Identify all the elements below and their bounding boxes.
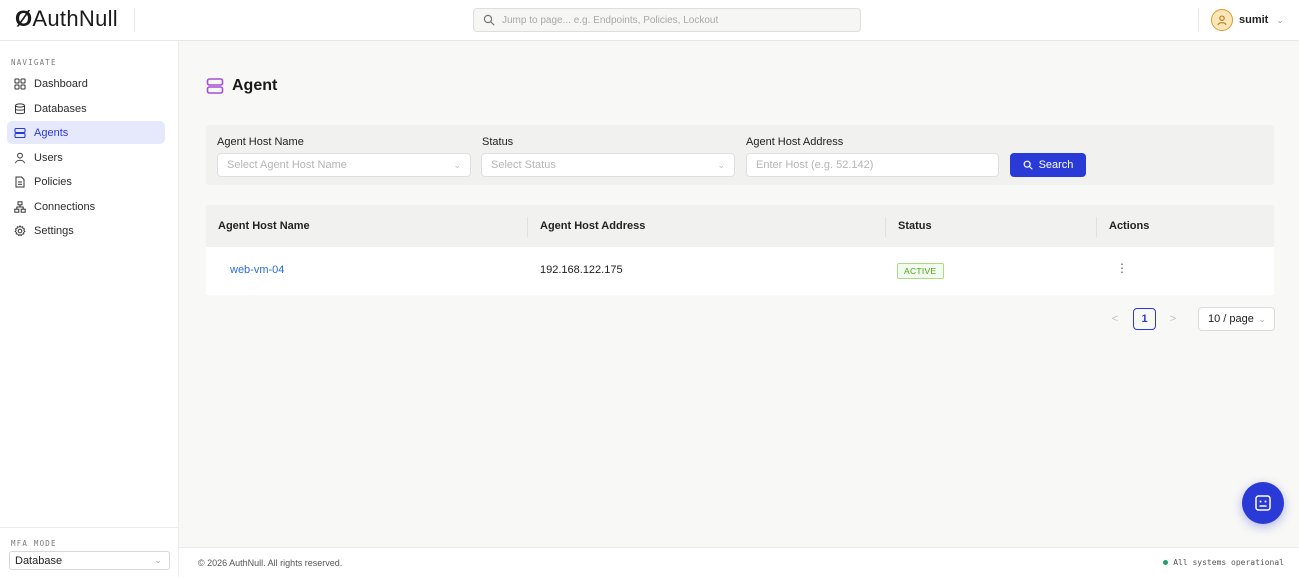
authnull-logo[interactable]: ØAuthNull: [15, 6, 118, 32]
logo-text: AuthNull: [32, 6, 118, 31]
sidebar-item-label: Policies: [34, 175, 72, 188]
host-address-placeholder: Enter Host (e.g. 52.142): [756, 159, 874, 171]
assistant-fab-button[interactable]: [1242, 482, 1284, 524]
prev-page-button[interactable]: <: [1109, 313, 1121, 325]
gear-icon: [14, 224, 26, 236]
chevron-down-icon: ⌄: [1276, 14, 1284, 25]
sidebar-item-label: Dashboard: [34, 77, 88, 90]
header-divider: [1198, 8, 1199, 32]
sidebar-item-label: Databases: [34, 102, 87, 115]
column-header-status[interactable]: Status: [898, 220, 932, 232]
mfa-mode-select[interactable]: Database ⌄: [9, 551, 170, 570]
mfa-mode-section: MFA MODE Database ⌄: [0, 527, 179, 577]
page-size-select[interactable]: 10 / page ⌄: [1198, 307, 1275, 331]
page-title-text: Agent: [232, 77, 278, 94]
robot-face-icon: [1255, 495, 1271, 511]
table-header: Agent Host Name Agent Host Address Statu…: [206, 205, 1274, 247]
chevron-down-icon: ⌄: [717, 160, 725, 170]
global-search-input[interactable]: [502, 12, 852, 28]
status-dot-icon: [1163, 560, 1169, 565]
column-divider: [527, 217, 528, 237]
user-avatar-icon: [1217, 15, 1227, 26]
page-title: Agent: [206, 77, 277, 95]
next-page-button[interactable]: >: [1167, 313, 1179, 325]
sidebar-item-databases[interactable]: Databases: [7, 97, 165, 120]
page-size-value: 10 / page: [1208, 313, 1254, 325]
document-icon: [15, 176, 25, 187]
sidebar-item-label: Connections: [34, 200, 96, 213]
global-search[interactable]: [473, 8, 861, 32]
host-name-placeholder: Select Agent Host Name: [227, 159, 347, 171]
filter-panel: Agent Host Name Select Agent Host Name ⌄…: [206, 125, 1274, 185]
host-address-filter-label: Agent Host Address: [746, 136, 844, 148]
sidebar-item-label: Agents: [34, 126, 69, 139]
agent-host-address: 192.168.122.175: [540, 264, 623, 276]
user-icon: [15, 152, 25, 163]
agents-table: Agent Host Name Agent Host Address Statu…: [206, 205, 1274, 295]
user-menu[interactable]: sumit ⌄: [1211, 9, 1284, 31]
database-icon: [15, 102, 25, 114]
sidebar: NAVIGATE Dashboard Databases Agents User…: [0, 41, 179, 577]
sidebar-item-agents[interactable]: Agents: [7, 121, 165, 144]
sidebar-item-settings[interactable]: Settings: [7, 219, 165, 242]
status-select[interactable]: Select Status ⌄: [481, 153, 735, 177]
server-icon: [206, 78, 224, 94]
avatar: [1211, 9, 1233, 31]
sidebar-item-connections[interactable]: Connections: [7, 195, 165, 218]
header-divider: [134, 8, 135, 32]
column-header-host-name[interactable]: Agent Host Name: [218, 220, 310, 232]
table-row: web-vm-04 192.168.122.175 ACTIVE ⋮: [206, 247, 1274, 295]
footer: © 2026 AuthNull. All rights reserved. Al…: [179, 547, 1299, 577]
status-filter-label: Status: [482, 136, 514, 148]
sidebar-item-policies[interactable]: Policies: [7, 170, 165, 193]
agent-host-name-link[interactable]: web-vm-04: [230, 264, 284, 276]
search-icon: [483, 14, 495, 26]
status-badge: ACTIVE: [897, 263, 944, 279]
search-button-label: Search: [1038, 159, 1074, 171]
sidebar-item-label: Users: [34, 151, 63, 164]
search-icon: [1023, 160, 1033, 170]
mfa-mode-value: Database: [15, 554, 63, 567]
system-status-text: All systems operational: [1173, 558, 1284, 567]
page-number-current[interactable]: 1: [1133, 308, 1156, 330]
column-divider: [1096, 217, 1097, 237]
column-divider: [885, 217, 886, 237]
host-name-filter-label: Agent Host Name: [217, 136, 304, 148]
network-icon: [14, 200, 26, 213]
host-address-input[interactable]: Enter Host (e.g. 52.142): [746, 153, 999, 177]
host-name-select[interactable]: Select Agent Host Name ⌄: [217, 153, 471, 177]
column-header-actions: Actions: [1109, 220, 1150, 232]
mfa-mode-label: MFA MODE: [11, 539, 57, 548]
pagination: < 1 >: [1109, 308, 1179, 330]
system-status: All systems operational: [1163, 558, 1284, 567]
row-actions-menu[interactable]: ⋮: [1116, 261, 1128, 275]
search-button[interactable]: Search: [1010, 153, 1086, 177]
chevron-down-icon: ⌄: [154, 555, 162, 565]
copyright-text: © 2026 AuthNull. All rights reserved.: [198, 558, 343, 568]
sidebar-item-users[interactable]: Users: [7, 146, 165, 169]
logo-mark: Ø: [15, 6, 33, 31]
sidebar-section-title: NAVIGATE: [11, 58, 57, 67]
top-header: ØAuthNull sumit ⌄: [0, 0, 1299, 41]
dashboard-grid-icon: [14, 78, 26, 89]
user-name: sumit: [1239, 14, 1269, 26]
chevron-down-icon: ⌄: [1258, 314, 1266, 324]
column-header-host-address[interactable]: Agent Host Address: [540, 220, 645, 232]
status-placeholder: Select Status: [491, 159, 556, 171]
chevron-down-icon: ⌄: [453, 160, 461, 170]
server-icon: [14, 127, 26, 138]
sidebar-item-label: Settings: [34, 224, 74, 237]
sidebar-item-dashboard[interactable]: Dashboard: [7, 72, 165, 95]
